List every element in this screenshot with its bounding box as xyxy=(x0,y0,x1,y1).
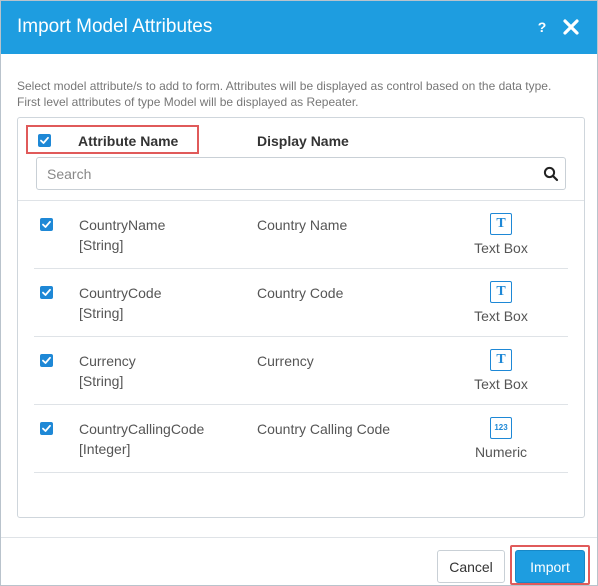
display-name-column-header[interactable]: Display Name xyxy=(257,133,349,149)
import-button[interactable]: Import xyxy=(515,550,585,583)
footer-divider xyxy=(1,537,597,538)
select-all-checkbox[interactable] xyxy=(38,134,51,147)
text-box-icon: T xyxy=(490,281,512,303)
display-name: Currency xyxy=(257,353,314,369)
attribute-name: CountryCode xyxy=(79,285,162,301)
row-checkbox[interactable] xyxy=(40,218,53,231)
table-row: CountryCallingCode [Integer] Country Cal… xyxy=(34,405,568,473)
display-name: Country Code xyxy=(257,285,344,301)
attribute-name: CountryName xyxy=(79,217,166,233)
attribute-type: [String] xyxy=(79,373,124,389)
cancel-button[interactable]: Cancel xyxy=(437,550,505,583)
dialog-description: Select model attribute/s to add to form.… xyxy=(17,78,587,110)
attribute-name: CountryCallingCode xyxy=(79,421,205,437)
table-row: Currency [String] Currency T Text Box xyxy=(34,337,568,405)
text-box-icon: T xyxy=(490,349,512,371)
row-checkbox[interactable] xyxy=(40,354,53,367)
close-icon[interactable] xyxy=(561,17,581,37)
dialog-title: Import Model Attributes xyxy=(17,16,213,37)
row-checkbox[interactable] xyxy=(40,286,53,299)
row-checkbox[interactable] xyxy=(40,422,53,435)
table-row: CountryName [String] Country Name T Text… xyxy=(34,201,568,269)
text-box-icon: T xyxy=(490,213,512,235)
attribute-name: Currency xyxy=(79,353,136,369)
control-type-label: Text Box xyxy=(474,240,528,256)
search-icon[interactable] xyxy=(543,166,559,182)
attributes-panel: Attribute Name Display Name CountryName … xyxy=(17,117,585,518)
attribute-type: [Integer] xyxy=(79,441,131,457)
description-line-1: Select model attribute/s to add to form.… xyxy=(17,79,552,93)
attribute-name-column-header[interactable]: Attribute Name xyxy=(78,133,178,149)
control-type-label: Numeric xyxy=(474,444,528,460)
display-name: Country Name xyxy=(257,217,348,233)
numeric-icon: 123 xyxy=(490,417,512,439)
display-name: Country Calling Code xyxy=(257,421,391,437)
description-line-2: First level attributes of type Model wil… xyxy=(17,95,359,109)
control-type-label: Text Box xyxy=(474,308,528,324)
attribute-type: [String] xyxy=(79,305,124,321)
search-box xyxy=(36,157,566,190)
import-model-attributes-dialog: Import Model Attributes ? Select model a… xyxy=(0,0,598,586)
search-input[interactable] xyxy=(47,164,527,184)
attribute-type: [String] xyxy=(79,237,124,253)
help-icon[interactable]: ? xyxy=(535,17,549,37)
table-row: CountryCode [String] Country Code T Text… xyxy=(34,269,568,337)
control-type-label: Text Box xyxy=(474,376,528,392)
dialog-titlebar: Import Model Attributes ? xyxy=(1,1,597,54)
